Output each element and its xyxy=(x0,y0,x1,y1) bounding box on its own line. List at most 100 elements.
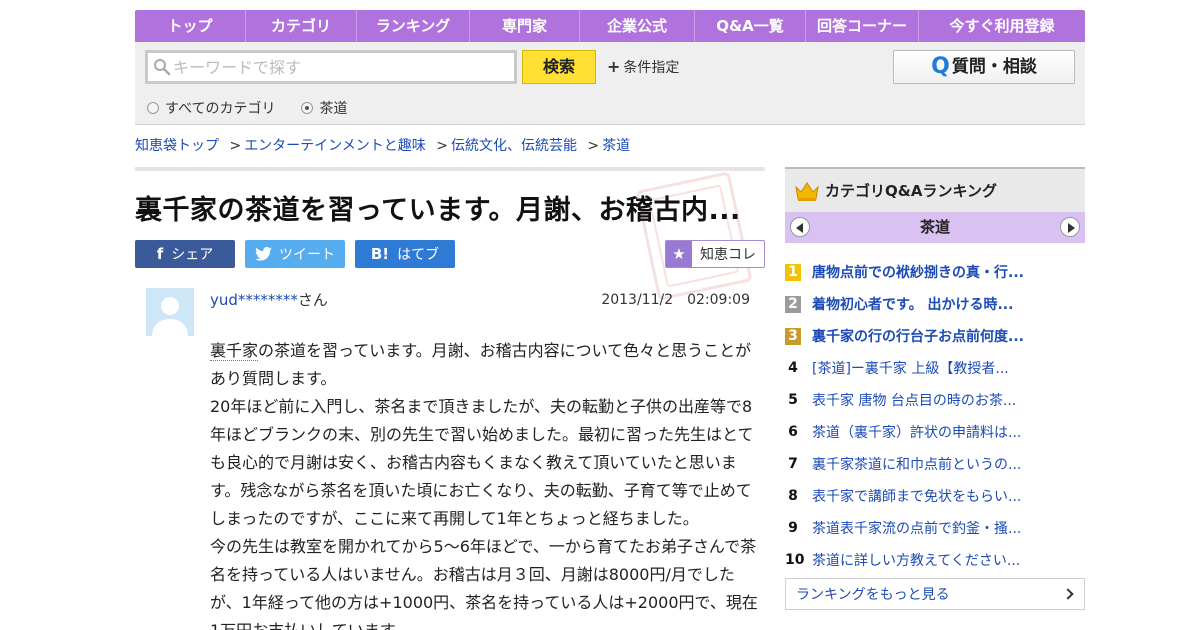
breadcrumb-link-entertainment[interactable]: エンターテインメントと趣味 xyxy=(244,138,426,154)
nav-answer-corner[interactable]: 回答コーナー xyxy=(806,10,919,42)
chie-collection-button[interactable]: ★ 知恵コレ xyxy=(665,240,765,268)
ranking-heading-label: カテゴリQ&Aランキング xyxy=(825,182,997,200)
crown-icon xyxy=(795,181,819,201)
rank-number: 5 xyxy=(788,391,798,408)
ranking-list: 1 唐物点前での袱紗捌きの真・行... 2 着物初心者です。 出かける時... 3裏… xyxy=(785,256,1085,576)
star-icon: ★ xyxy=(666,241,692,267)
rank-number: 3 xyxy=(785,327,801,345)
breadcrumb: 知恵袋トップ > エンターテインメントと趣味 > 伝統文化、伝統芸能 > 茶道 xyxy=(135,135,630,155)
rank-number: 8 xyxy=(788,487,798,504)
header: トップ カテゴリ ランキング 専門家 企業公式 Q&A一覧 回答コーナー 今すぐ… xyxy=(135,10,1085,125)
ranking-link[interactable]: 茶道（裏千家）許状の申請料は... xyxy=(812,422,1021,442)
ranking-item[interactable]: 7 裏千家茶道に和巾点前というの... xyxy=(785,448,1085,480)
search-input[interactable] xyxy=(173,53,508,81)
ranking-link[interactable]: 表千家 唐物 台点目の時のお茶... xyxy=(812,390,1016,410)
search-band: 検索 +条件指定 Q質問・相談 すべてのカテゴリ 茶道 xyxy=(135,42,1085,125)
more-ranking-label: ランキングをもっと見る xyxy=(796,587,950,603)
ranking-link[interactable]: 茶道に詳しい方教えてください... xyxy=(812,550,1020,570)
rank-number: 6 xyxy=(788,423,798,440)
rank-number: 9 xyxy=(788,519,798,536)
ranking-item[interactable]: 5 表千家 唐物 台点目の時のお茶... xyxy=(785,384,1085,416)
rank-number: 4 xyxy=(788,359,798,376)
breadcrumb-link-traditional[interactable]: 伝統文化、伝統芸能 xyxy=(451,138,577,154)
author-suffix: さん xyxy=(297,291,328,309)
search-button[interactable]: 検索 xyxy=(522,50,596,84)
keyword-link[interactable]: 裏千家 xyxy=(210,341,259,361)
radio-on-icon xyxy=(301,102,314,114)
ranking-link[interactable]: [茶道]ー裏千家 上級【教授者... xyxy=(812,358,1009,378)
chie-collection-label: 知恵コレ xyxy=(700,247,756,263)
ask-question-button[interactable]: Q 質問・相談 xyxy=(893,50,1075,84)
breadcrumb-link-top[interactable]: 知恵袋トップ xyxy=(135,138,219,154)
nav-ranking[interactable]: ランキング xyxy=(357,10,470,42)
sidebar-ranking: カテゴリQ&Aランキング 茶道 1 唐物点前での袱紗捌きの真・行... 2 着物初心… xyxy=(785,167,1085,610)
ranking-item[interactable]: 8 表千家で講師まで免状をもらい... xyxy=(785,480,1085,512)
facebook-share-label: シェア xyxy=(171,247,214,263)
ask-question-label: 質問・相談 xyxy=(951,57,1037,77)
facebook-share-button[interactable]: f シェア xyxy=(135,240,235,268)
twitter-share-label: ツイート xyxy=(279,247,335,263)
ranking-heading: カテゴリQ&Aランキング xyxy=(785,167,1085,212)
question-paragraph: 20年ほど前に入門し、茶名まで頂きましたが、夫の転勤と子供の出産等で8年ほどブラ… xyxy=(210,397,754,528)
question-body: 裏千家の茶道を習っています。月謝、お稽古内容について色々と思うことがあり質問しま… xyxy=(210,337,758,630)
question-paragraph-text: の茶道を習っています。月謝、お稽古内容について色々と思うことがあり質問します。 xyxy=(210,341,752,388)
radio-current-category[interactable]: 茶道 xyxy=(301,98,347,118)
category-scope: すべてのカテゴリ 茶道 xyxy=(147,98,373,118)
breadcrumb-link-sado[interactable]: 茶道 xyxy=(602,138,630,154)
ranking-link[interactable]: 裏千家茶道に和巾点前というの... xyxy=(812,454,1021,474)
share-buttons: f シェア ツイート B! はてブ xyxy=(135,240,465,268)
twitter-share-button[interactable]: ツイート xyxy=(245,240,345,268)
ranking-link[interactable]: 表千家で講師まで免状をもらい... xyxy=(812,486,1021,506)
ranking-link[interactable]: 唐物点前での袱紗捌きの真・行... xyxy=(812,262,1024,282)
global-nav: トップ カテゴリ ランキング 専門家 企業公式 Q&A一覧 回答コーナー 今すぐ… xyxy=(135,10,1085,42)
ranking-item[interactable]: 6 茶道（裏千家）許状の申請料は... xyxy=(785,416,1085,448)
author-link[interactable]: yud******** xyxy=(210,291,298,309)
ranking-item[interactable]: 4 [茶道]ー裏千家 上級【教授者... xyxy=(785,352,1085,384)
breadcrumb-separator: > xyxy=(229,138,242,154)
question-paragraph: 今の先生は教室を開かれてから5～6年ほどで、一から育てたお弟子さんで茶名を持って… xyxy=(210,537,758,630)
hatena-bookmark-button[interactable]: B! はてブ xyxy=(355,240,455,268)
radio-all-categories[interactable]: すべてのカテゴリ xyxy=(147,98,275,118)
rank-number: 1 xyxy=(785,263,801,281)
avatar xyxy=(146,288,194,336)
ranking-link[interactable]: 着物初心者です。 出かける時... xyxy=(812,294,1013,314)
question-author: yud********さん xyxy=(210,289,328,310)
question-paragraph: 裏千家の茶道を習っています。月謝、お稽古内容について色々と思うことがあり質問しま… xyxy=(210,337,758,393)
nav-qa-list[interactable]: Q&A一覧 xyxy=(695,10,806,42)
plus-icon: + xyxy=(607,57,621,76)
ranking-item[interactable]: 9 茶道表千家流の点前で釣釜・搔... xyxy=(785,512,1085,544)
ranking-link[interactable]: 裏千家の行の行台子お点前何度... xyxy=(812,326,1024,346)
nav-register[interactable]: 今すぐ利用登録 xyxy=(919,10,1085,42)
prev-category-arrow-icon[interactable] xyxy=(790,217,810,237)
nav-category[interactable]: カテゴリ xyxy=(246,10,357,42)
breadcrumb-separator: > xyxy=(436,138,448,154)
more-ranking-button[interactable]: ランキングをもっと見る xyxy=(785,578,1085,610)
search-icon xyxy=(154,59,171,76)
ranking-link[interactable]: 茶道表千家流の点前で釣釜・搔... xyxy=(812,518,1021,538)
ranking-item[interactable]: 2 着物初心者です。 出かける時... xyxy=(785,288,1085,320)
hatena-b-icon: B! xyxy=(370,245,390,263)
chevron-right-icon xyxy=(1062,588,1074,600)
search-box xyxy=(145,50,517,84)
nav-experts[interactable]: 専門家 xyxy=(470,10,580,42)
next-category-arrow-icon[interactable] xyxy=(1060,217,1080,237)
ranking-item[interactable]: 10 茶道に詳しい方教えてください... xyxy=(785,544,1085,576)
ranking-item[interactable]: 1 唐物点前での袱紗捌きの真・行... xyxy=(785,256,1085,288)
rank-number: 7 xyxy=(788,455,798,472)
rank-number: 10 xyxy=(785,551,805,568)
nav-official[interactable]: 企業公式 xyxy=(580,10,695,42)
question-title: 裏千家の茶道を習っています。月謝、お稽古内... xyxy=(135,195,741,226)
ranking-item[interactable]: 3 裏千家の行の行台子お点前何度... xyxy=(785,320,1085,352)
nav-top[interactable]: トップ xyxy=(135,10,246,42)
facebook-icon: f xyxy=(156,245,164,263)
conditions-link[interactable]: + 条件指定 xyxy=(607,57,679,77)
conditions-label: 条件指定 xyxy=(623,60,680,76)
ranking-category-label: 茶道 xyxy=(919,218,950,236)
radio-off-icon xyxy=(147,102,159,114)
ranking-category-bar: 茶道 xyxy=(785,212,1085,243)
rank-number: 2 xyxy=(785,295,801,313)
default-user-icon xyxy=(146,288,194,336)
radio-all-label: すべてのカテゴリ xyxy=(165,101,276,117)
q-logo-icon: Q xyxy=(931,54,950,79)
twitter-bird-icon xyxy=(255,247,272,261)
